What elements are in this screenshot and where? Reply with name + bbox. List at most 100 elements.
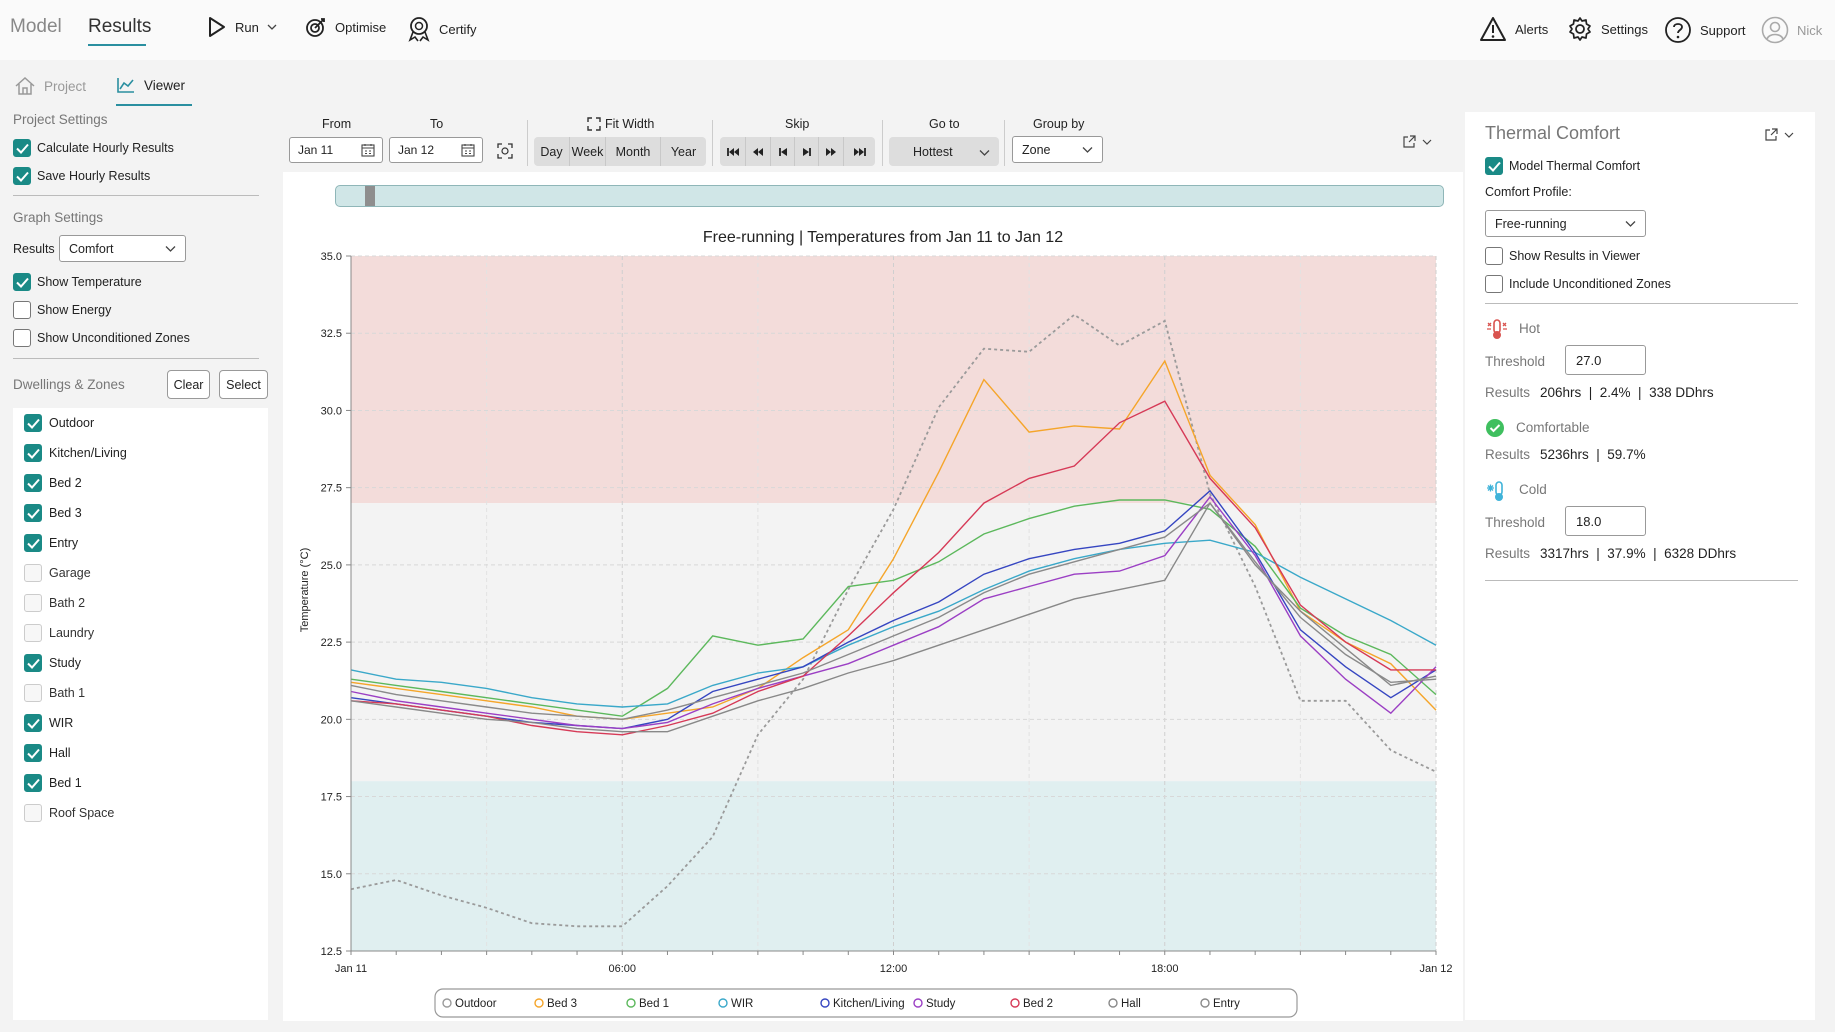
model-thermal-comfort-checkbox[interactable]: Model Thermal Comfort [1485, 157, 1640, 175]
comfort-profile-select[interactable]: Free-running [1485, 210, 1646, 237]
step-back-icon [778, 147, 787, 156]
skip-forward-button[interactable] [819, 137, 844, 166]
zone-item[interactable]: Roof Space [24, 804, 114, 822]
divider [13, 358, 259, 359]
from-date-input[interactable]: Jan 11 [289, 137, 383, 163]
separator [712, 120, 713, 166]
tab-results[interactable]: Results [88, 16, 151, 38]
hot-results-label: Results [1485, 385, 1531, 400]
skip-label: Skip [785, 117, 810, 131]
calc-hourly-checkbox[interactable]: Calculate Hourly Results [13, 139, 174, 157]
zone-item[interactable]: Laundry [24, 624, 94, 642]
y-tick-label: 15.0 [321, 869, 342, 881]
y-tick-label: 27.5 [321, 483, 342, 495]
chevron-down-icon [1625, 221, 1636, 227]
help-icon [1665, 17, 1691, 43]
project-settings-title: Project Settings [13, 112, 108, 127]
zone-item[interactable]: Bath 2 [24, 594, 85, 612]
to-date-input[interactable]: Jan 12 [389, 137, 483, 163]
tab-model[interactable]: Model [10, 16, 62, 38]
zone-item[interactable]: Garage [24, 564, 91, 582]
fit-width-button[interactable]: Fit Width [587, 117, 654, 131]
show-energy-checkbox[interactable]: Show Energy [13, 301, 111, 319]
certify-button[interactable]: Certify [407, 16, 477, 42]
skip-back-button[interactable] [746, 137, 771, 166]
period-day[interactable]: Day [534, 137, 570, 166]
period-week[interactable]: Week [570, 137, 606, 166]
comfortable-results-value: 5236hrs | 59.7% [1540, 447, 1646, 462]
show-unconditioned-checkbox[interactable]: Show Unconditioned Zones [13, 329, 190, 347]
settings-button[interactable]: Settings [1567, 16, 1648, 42]
zone-item-label: Bath 2 [49, 596, 86, 610]
alerts-button[interactable]: Alerts [1479, 16, 1548, 42]
y-tick-label: 20.0 [321, 714, 342, 726]
user-menu[interactable]: Nick [1761, 16, 1822, 44]
thermal-comfort-title: Thermal Comfort [1485, 123, 1621, 143]
skip-first-button[interactable] [720, 137, 746, 166]
zone-item[interactable]: Hall [24, 744, 71, 762]
zone-item[interactable]: Kitchen/Living [24, 444, 127, 462]
zone-item[interactable]: Entry [24, 534, 78, 552]
checkbox-checked-icon [13, 139, 31, 157]
zone-item[interactable]: Bed 1 [24, 774, 82, 792]
chevron-down-icon [1784, 132, 1794, 138]
zone-item[interactable]: WIR [24, 714, 73, 732]
subnav-viewer[interactable]: Viewer [116, 76, 185, 94]
step-back-button[interactable] [771, 137, 795, 166]
legend-label: Study [926, 998, 956, 1010]
subnav-viewer-label: Viewer [144, 77, 186, 93]
cold-threshold-input[interactable]: 18.0 [1565, 506, 1646, 536]
export-comfort-button[interactable] [1764, 128, 1794, 142]
skip-last-button[interactable] [844, 137, 875, 166]
hot-threshold-input[interactable]: 27.0 [1565, 345, 1646, 375]
legend-label: Bed 1 [639, 998, 669, 1010]
support-button[interactable]: Support [1664, 16, 1746, 44]
viewer-underline [116, 104, 192, 106]
optimise-button[interactable]: Optimise [305, 16, 386, 38]
save-hourly-checkbox[interactable]: Save Hourly Results [13, 167, 150, 185]
results-select-value: Comfort [69, 241, 114, 256]
zone-item[interactable]: Bed 3 [24, 504, 82, 522]
goto-value: Hottest [913, 144, 953, 159]
zone-item[interactable]: Outdoor [24, 414, 94, 432]
checkbox-disabled-icon [24, 594, 42, 612]
x-tick-label: Jan 12 [1419, 963, 1452, 975]
zone-item[interactable]: Bath 1 [24, 684, 85, 702]
model-thermal-comfort-label: Model Thermal Comfort [1509, 159, 1641, 173]
step-forward-button[interactable] [795, 137, 819, 166]
subnav-project[interactable]: Project [14, 76, 86, 96]
clear-button[interactable]: Clear [167, 370, 210, 399]
comfort-profile-label: Comfort Profile: [1485, 185, 1572, 199]
save-hourly-label: Save Hourly Results [37, 169, 151, 183]
include-unconditioned-label: Include Unconditioned Zones [1509, 277, 1671, 291]
show-temperature-checkbox[interactable]: Show Temperature [13, 273, 142, 291]
time-scrollbar-thumb[interactable] [365, 186, 375, 206]
legend-label: Bed 3 [547, 998, 577, 1010]
zone-item[interactable]: Bed 2 [24, 474, 82, 492]
graph-settings-title: Graph Settings [13, 210, 104, 225]
from-label: From [322, 117, 352, 131]
goto-select[interactable]: Hottest [889, 137, 999, 166]
period-year[interactable]: Year [661, 137, 706, 166]
period-month[interactable]: Month [606, 137, 661, 166]
zones-title: Dwellings & Zones [13, 377, 125, 392]
chevron-down-icon [1082, 147, 1093, 153]
zoom-fit-icon[interactable] [497, 143, 513, 159]
results-select[interactable]: Comfort [59, 235, 186, 262]
group-by-select[interactable]: Zone [1012, 136, 1103, 163]
include-unconditioned-checkbox[interactable]: Include Unconditioned Zones [1485, 275, 1671, 293]
y-tick-label: 35.0 [321, 251, 342, 263]
top-bar: Model Results Run Optimise Certify Alert… [0, 0, 1835, 60]
run-button[interactable]: Run [207, 16, 277, 38]
show-results-viewer-checkbox[interactable]: Show Results in Viewer [1485, 247, 1640, 265]
user-name: Nick [1797, 22, 1823, 38]
period-selector: Day Week Month Year [534, 137, 706, 166]
time-scrollbar[interactable] [335, 185, 1444, 207]
export-chart-button[interactable] [1402, 135, 1432, 149]
certify-label: Certify [439, 21, 477, 37]
divider [1485, 303, 1798, 304]
comfortable-label: Comfortable [1516, 420, 1590, 435]
zone-item[interactable]: Study [24, 654, 81, 672]
select-button[interactable]: Select [219, 370, 268, 399]
from-date-value: Jan 11 [298, 143, 334, 157]
